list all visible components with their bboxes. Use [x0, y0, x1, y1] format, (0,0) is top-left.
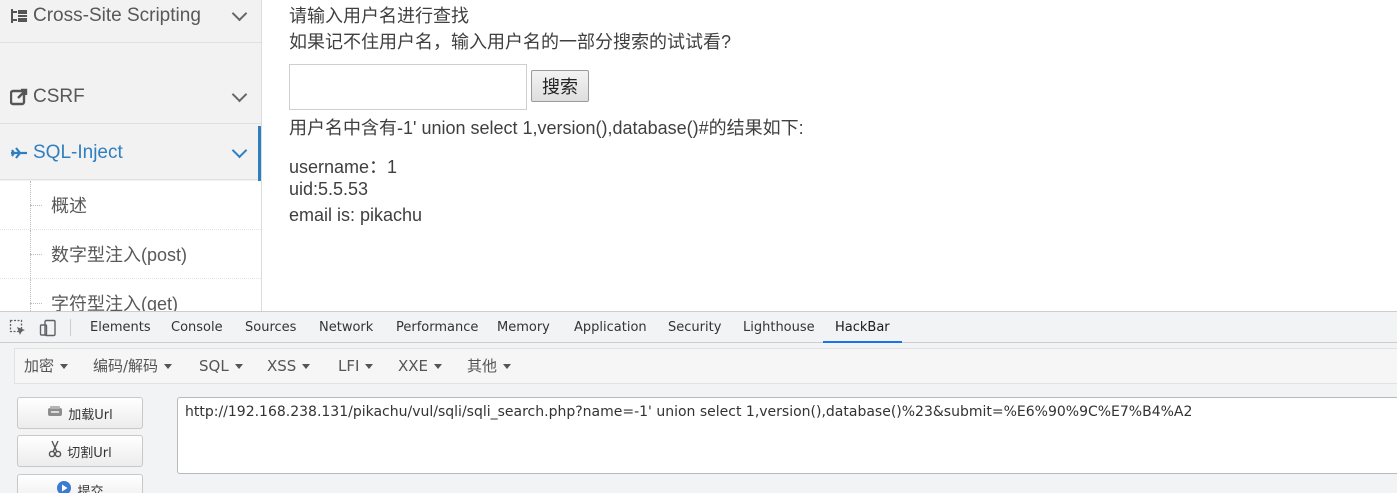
- tab-application[interactable]: Application: [574, 312, 647, 343]
- result-username: username：1: [289, 157, 398, 177]
- search-hint: 如果记不住用户名，输入用户名的一部分搜索的试试看?: [289, 32, 732, 52]
- tab-sources[interactable]: Sources: [245, 312, 296, 343]
- sitemap-icon: [9, 6, 29, 26]
- submenu-item-string-get[interactable]: 字符型注入(get): [0, 279, 261, 311]
- tab-memory[interactable]: Memory: [497, 312, 550, 343]
- sidebar-item-label: Cross-Site Scripting: [33, 4, 201, 26]
- caret-down-icon: [434, 364, 443, 369]
- menu-sql[interactable]: SQL: [199, 349, 243, 383]
- sql-inject-submenu: 概述 数字型注入(post) 字符型注入(get): [0, 181, 261, 311]
- caret-down-icon: [302, 364, 311, 369]
- sidebar-item-csrf[interactable]: CSRF: [0, 70, 261, 124]
- menu-other[interactable]: 其他: [467, 349, 512, 383]
- toolbar-divider: [70, 319, 71, 336]
- menu-xxe[interactable]: XXE: [398, 349, 443, 383]
- tab-lighthouse[interactable]: Lighthouse: [743, 312, 815, 343]
- sidebar-item-sql-inject[interactable]: SQL-Inject: [0, 126, 261, 180]
- chevron-down-icon: [231, 86, 248, 102]
- tab-network[interactable]: Network: [319, 312, 373, 343]
- menu-encrypt[interactable]: 加密: [24, 349, 69, 383]
- sidebar: Cross-Site Scripting CSRF SQL-Inject 概述 …: [0, 0, 262, 311]
- hackbar-menu: 加密 编码/解码 SQL XSS LFI XXE 其他: [14, 348, 1397, 384]
- split-url-button[interactable]: 切割Url: [17, 435, 143, 467]
- tab-security[interactable]: Security: [668, 312, 721, 343]
- result-email: email is: pikachu: [289, 205, 423, 225]
- tab-hackbar[interactable]: HackBar: [823, 312, 902, 343]
- play-icon: [56, 480, 72, 493]
- caret-down-icon: [503, 364, 512, 369]
- search-prompt: 请输入用户名进行查找: [289, 6, 469, 26]
- caret-down-icon: [365, 364, 374, 369]
- chevron-down-icon: [231, 5, 248, 21]
- caret-down-icon: [234, 364, 243, 369]
- search-input[interactable]: [289, 64, 527, 110]
- submit-button[interactable]: 提交: [17, 474, 143, 493]
- inspect-element-icon[interactable]: [9, 319, 27, 337]
- load-url-button[interactable]: 加载Url: [17, 397, 143, 429]
- load-icon: [47, 404, 63, 422]
- url-textarea[interactable]: http://192.168.238.131/pikachu/vul/sqli/…: [177, 397, 1397, 474]
- chevron-down-icon: [231, 142, 248, 158]
- device-toolbar-icon[interactable]: [39, 319, 57, 337]
- menu-lfi[interactable]: LFI: [338, 349, 374, 383]
- result-heading: 用户名中含有-1' union select 1,version(),datab…: [289, 118, 804, 138]
- plane-icon: [9, 143, 29, 163]
- menu-xss[interactable]: XSS: [267, 349, 311, 383]
- tab-elements[interactable]: Elements: [90, 312, 151, 343]
- menu-encode-decode[interactable]: 编码/解码: [93, 349, 173, 383]
- external-link-icon: [9, 87, 29, 107]
- tab-console[interactable]: Console: [171, 312, 223, 343]
- caret-down-icon: [60, 364, 69, 369]
- tab-performance[interactable]: Performance: [396, 312, 478, 343]
- sidebar-item-xss[interactable]: Cross-Site Scripting: [0, 0, 261, 43]
- sidebar-item-label: SQL-Inject: [33, 141, 123, 163]
- submenu-item-numeric-post[interactable]: 数字型注入(post): [0, 230, 261, 279]
- devtools-panel: Elements Console Sources Network Perform…: [0, 311, 1397, 493]
- search-button[interactable]: 搜索: [531, 70, 589, 102]
- caret-down-icon: [164, 364, 173, 369]
- devtools-tabbar: Elements Console Sources Network Perform…: [0, 312, 1397, 343]
- submenu-item-overview[interactable]: 概述: [0, 181, 261, 230]
- sidebar-item-label: CSRF: [33, 85, 85, 107]
- result-uid: uid:5.5.53: [289, 179, 369, 199]
- scissors-icon: [48, 440, 62, 462]
